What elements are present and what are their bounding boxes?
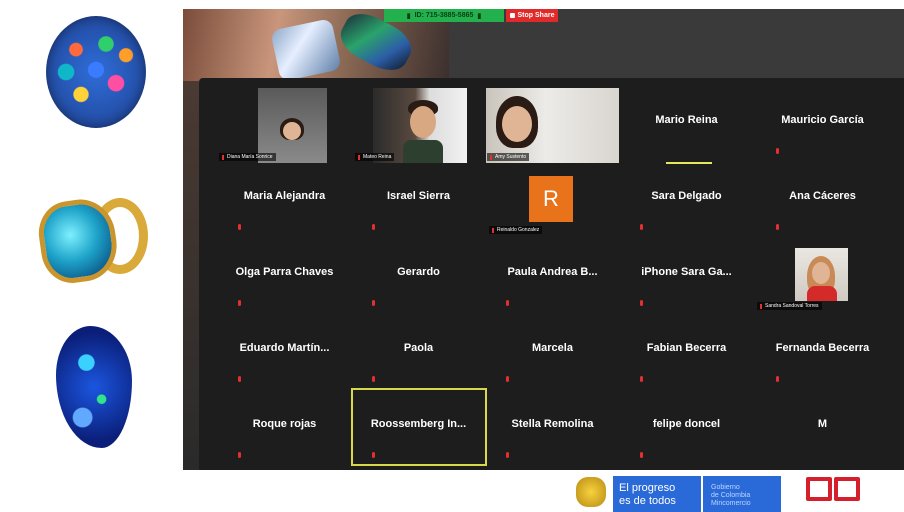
participant-tile[interactable]: felipe doncel xyxy=(619,386,754,464)
participant-tile[interactable]: iPhone Sara Ga... xyxy=(619,234,754,312)
participant-tile[interactable]: Roque rojas xyxy=(217,386,352,464)
participant-name: M xyxy=(817,418,828,430)
participant-avatar: R xyxy=(529,176,573,222)
participant-name: Sara Delgado xyxy=(651,190,722,202)
participant-tile[interactable]: Amy Sustento xyxy=(481,82,619,163)
participant-gallery: Diana María Sonrice Mateo Reina Amy Sust… xyxy=(199,78,904,470)
participant-tile[interactable]: Fabian Becerra xyxy=(619,310,754,388)
participant-tile[interactable]: Sara Delgado xyxy=(619,158,754,236)
muted-mic-icon xyxy=(506,376,509,382)
muted-mic-icon xyxy=(640,376,643,382)
participant-tile[interactable]: Sandra Sandoval Torres xyxy=(755,234,890,312)
muted-mic-icon xyxy=(776,224,779,230)
gobierno-colombia-logo: Gobierno de Colombia Mincomercio xyxy=(703,476,781,512)
participant-name: Gerardo xyxy=(397,266,440,278)
participant-name: Paula Andrea B... xyxy=(507,266,598,278)
gob-line-2: de Colombia xyxy=(711,492,751,499)
participant-tile[interactable]: Mauricio García xyxy=(755,82,890,160)
participant-name: Mario Reina xyxy=(655,114,718,126)
meeting-id-bar[interactable]: ▮ ID: 715-3885-5865 ▮ xyxy=(384,9,504,22)
participant-tile[interactable]: Marcela xyxy=(485,310,620,388)
participant-name: Roque rojas xyxy=(252,418,317,430)
participant-tile[interactable]: Stella Remolina xyxy=(485,386,620,464)
participant-name: Reinaldo Gonzalez xyxy=(489,226,543,234)
muted-mic-icon xyxy=(372,300,375,306)
muted-mic-icon xyxy=(640,452,643,458)
muted-mic-icon xyxy=(238,376,241,382)
el-progreso-logo: El progreso es de todos xyxy=(613,476,701,512)
muted-mic-icon xyxy=(506,300,509,306)
participant-tile[interactable]: Roossemberg In... xyxy=(351,386,486,464)
muted-mic-icon xyxy=(238,452,241,458)
participant-tile[interactable]: Mario Reina xyxy=(619,82,754,164)
participant-name: felipe doncel xyxy=(652,418,721,430)
participant-tile[interactable]: Paula Andrea B... xyxy=(485,234,620,312)
participant-video xyxy=(486,88,619,163)
participant-tile[interactable]: Paola xyxy=(351,310,486,388)
participant-name: Israel Sierra xyxy=(387,190,450,202)
participant-name: iPhone Sara Ga... xyxy=(641,266,732,278)
participant-tile[interactable]: Olga Parra Chaves xyxy=(217,234,352,312)
participant-video xyxy=(795,248,848,301)
gob-line-1: Gobierno xyxy=(711,484,740,491)
progreso-line-1: El progreso xyxy=(619,482,676,494)
participant-tile[interactable]: Diana María Sonrice xyxy=(213,82,348,163)
share-icon: ▮ xyxy=(406,12,411,20)
muted-mic-icon xyxy=(776,376,779,382)
shared-screen-edge xyxy=(183,81,199,470)
participant-name: Fabian Becerra xyxy=(646,342,727,354)
participant-video xyxy=(258,88,327,163)
participant-name: Stella Remolina xyxy=(511,418,594,430)
progreso-line-2: es de todos xyxy=(619,495,676,507)
stop-icon xyxy=(509,13,515,18)
participant-name: Olga Parra Chaves xyxy=(235,266,334,278)
participant-name: Maria Alejandra xyxy=(243,190,326,202)
muted-mic-icon xyxy=(776,148,779,154)
muted-mic-icon xyxy=(372,224,375,230)
muted-mic-icon xyxy=(640,224,643,230)
pause-icon: ▮ xyxy=(477,12,482,20)
participant-tile[interactable]: R Reinaldo Gonzalez xyxy=(485,158,620,236)
participant-name: Ana Cáceres xyxy=(789,190,856,202)
participant-video xyxy=(373,88,467,163)
participant-name: Mauricio García xyxy=(781,114,864,126)
participant-name: Marcela xyxy=(532,342,573,354)
muted-mic-icon xyxy=(506,452,509,458)
colombia-coat-of-arms-icon xyxy=(576,477,606,507)
muted-mic-icon xyxy=(372,376,375,382)
participant-tile[interactable]: Maria Alejandra xyxy=(217,158,352,236)
stop-share-button[interactable]: Stop Share xyxy=(506,9,558,22)
participant-tile[interactable]: Gerardo xyxy=(351,234,486,312)
blue-opal-image xyxy=(56,326,132,448)
participant-tile[interactable]: Israel Sierra xyxy=(351,158,486,236)
participant-tile[interactable]: Ana Cáceres xyxy=(755,158,890,236)
muted-mic-icon xyxy=(238,224,241,230)
participant-tile[interactable]: M xyxy=(755,386,890,464)
muted-mic-icon xyxy=(640,300,643,306)
participant-name: Fernanda Becerra xyxy=(775,342,870,354)
gob-line-3: Mincomercio xyxy=(711,500,751,507)
participant-name: Eduardo Martín... xyxy=(239,342,330,354)
participant-name: Sandra Sandoval Torres xyxy=(757,302,822,310)
muted-mic-icon xyxy=(372,452,375,458)
participant-tile[interactable]: Eduardo Martín... xyxy=(217,310,352,388)
muted-mic-icon xyxy=(238,300,241,306)
colombia-brand-logo-icon xyxy=(806,477,862,509)
opal-stone-image xyxy=(46,16,146,128)
meeting-id: ID: 715-3885-5865 xyxy=(414,12,474,19)
stop-share-label: Stop Share xyxy=(517,12,555,19)
participant-tile[interactable]: Fernanda Becerra xyxy=(755,310,890,388)
participant-name: Roossemberg In... xyxy=(370,418,467,430)
participant-tile[interactable]: Mateo Reina xyxy=(347,82,482,163)
participant-name: Paola xyxy=(403,342,434,354)
